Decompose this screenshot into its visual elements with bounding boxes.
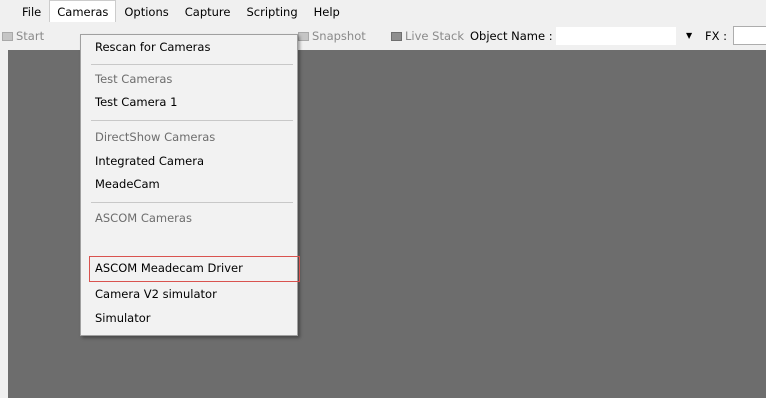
video-camera-icon	[2, 31, 13, 41]
menu-item-camera-v2-simulator[interactable]: Camera V2 simulator	[95, 285, 217, 303]
fx-input[interactable]	[733, 26, 766, 45]
camera-icon	[298, 31, 309, 41]
menu-scripting[interactable]: Scripting	[238, 2, 305, 22]
menu-group-ascom-cameras: ASCOM Cameras	[95, 211, 192, 225]
menu-item-simulator[interactable]: Simulator	[95, 309, 151, 327]
menu-options[interactable]: Options	[116, 2, 176, 22]
menu-group-directshow-cameras: DirectShow Cameras	[95, 130, 216, 144]
menu-separator	[91, 120, 293, 121]
menu-item-integrated-camera[interactable]: Integrated Camera	[95, 152, 204, 170]
menu-item-test-camera-1[interactable]: Test Camera 1	[95, 93, 177, 111]
menu-cameras[interactable]: Cameras	[49, 0, 117, 22]
menu-bar: File Cameras Options Capture Scripting H…	[0, 0, 766, 22]
fx-label: FX :	[705, 29, 728, 43]
menu-file[interactable]: File	[14, 2, 49, 22]
menu-item-rescan-cameras[interactable]: Rescan for Cameras	[95, 38, 210, 56]
object-name-dropdown-icon[interactable]: ▼	[686, 28, 692, 44]
menu-separator	[91, 64, 293, 65]
menu-group-test-cameras: Test Cameras	[95, 72, 173, 86]
snapshot-button[interactable]: Snapshot	[298, 28, 366, 44]
cameras-dropdown-menu: Rescan for Cameras Test Cameras Test Cam…	[80, 34, 300, 336]
live-stack-button[interactable]: Live Stack	[391, 28, 464, 44]
selection-highlight	[89, 256, 300, 282]
menu-item-ascom-meadecam-driver[interactable]: ASCOM Meadecam Driver	[89, 256, 300, 282]
stack-icon	[391, 31, 402, 41]
start-button[interactable]: Start	[2, 28, 44, 44]
menu-separator	[91, 202, 293, 203]
menu-capture[interactable]: Capture	[177, 2, 239, 22]
snapshot-label: Snapshot	[312, 29, 366, 43]
menu-help[interactable]: Help	[306, 2, 348, 22]
object-name-label: Object Name :	[470, 29, 553, 43]
live-stack-label: Live Stack	[405, 29, 464, 43]
start-label: Start	[16, 29, 45, 43]
object-name-input[interactable]	[556, 27, 676, 45]
menu-item-meadecam[interactable]: MeadeCam	[95, 175, 160, 193]
left-border	[0, 50, 8, 398]
